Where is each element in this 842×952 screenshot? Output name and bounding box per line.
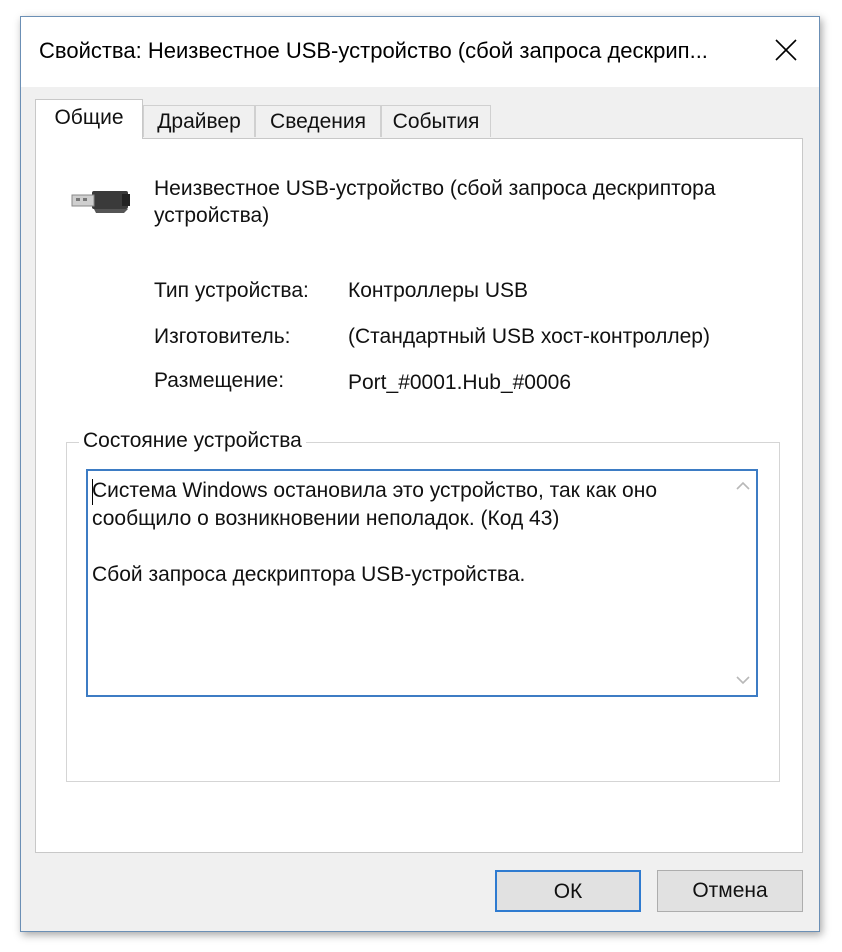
title-bar[interactable]: Свойства: Неизвестное USB-устройство (сб… xyxy=(21,17,819,87)
status-line-3: Сбой запроса дескриптора USB-устройства. xyxy=(92,563,526,586)
tab-details[interactable]: Сведения xyxy=(255,105,381,137)
status-line-1: Система Windows остановила это устройств… xyxy=(92,479,658,502)
device-status-text: Система Windows остановила это устройств… xyxy=(92,477,712,589)
location-label: Размещение: xyxy=(154,369,285,392)
scroll-up-arrow-icon[interactable] xyxy=(732,475,754,497)
device-status-textbox[interactable]: Система Windows остановила это устройств… xyxy=(86,469,758,697)
status-line-2: сообщило о возникновении неполадок. (Код… xyxy=(92,507,560,530)
manufacturer-value: (Стандартный USB хост-контроллер) xyxy=(348,325,710,348)
manufacturer-label: Изготовитель: xyxy=(154,325,291,348)
device-type-label: Тип устройства: xyxy=(154,279,309,302)
properties-dialog: Свойства: Неизвестное USB-устройство (сб… xyxy=(20,16,820,932)
cancel-button[interactable]: Отмена xyxy=(657,870,803,912)
device-type-value: Контроллеры USB xyxy=(348,279,528,302)
window-title: Свойства: Неизвестное USB-устройство (сб… xyxy=(39,38,708,63)
tab-driver[interactable]: Драйвер xyxy=(143,105,255,137)
tab-events[interactable]: События xyxy=(381,105,491,137)
device-status-legend: Состояние устройства xyxy=(79,429,306,453)
device-status-group: Состояние устройства Система Windows ост… xyxy=(66,429,780,782)
ok-button[interactable]: ОК xyxy=(495,870,641,912)
general-tab-panel: Неизвестное USB-устройство (сбой запроса… xyxy=(35,138,803,853)
close-button[interactable] xyxy=(763,29,809,73)
close-icon xyxy=(775,39,797,61)
vertical-scrollbar[interactable] xyxy=(732,473,754,693)
usb-cable-icon xyxy=(68,181,132,221)
scroll-down-arrow-icon[interactable] xyxy=(732,669,754,691)
location-value: Port_#0001.Hub_#0006 xyxy=(348,371,572,394)
device-name: Неизвестное USB-устройство (сбой запроса… xyxy=(154,177,716,227)
tab-general[interactable]: Общие xyxy=(35,99,143,139)
